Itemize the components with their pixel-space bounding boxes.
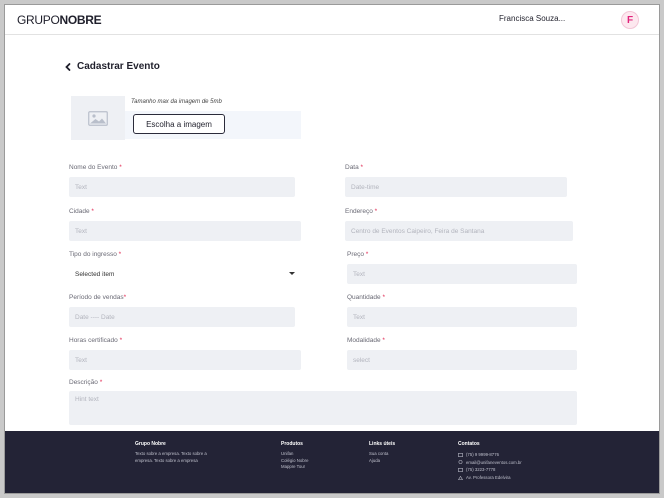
footer-about-text-1: Texto sobre a empresa. Texto sobre a — [135, 451, 207, 456]
cert-hours-input[interactable]: Text — [69, 350, 301, 370]
city-input[interactable]: Text — [69, 221, 301, 241]
date-input[interactable]: Date-time — [345, 177, 567, 197]
quantity-input[interactable]: Text — [347, 307, 577, 327]
date-label: Data * — [345, 164, 364, 171]
user-name[interactable]: Francisca Souza... — [499, 14, 565, 23]
city-label: Cidade * — [69, 208, 94, 215]
page-title: Cadastrar Evento — [77, 61, 160, 72]
user-avatar[interactable]: F — [621, 11, 639, 29]
mail-icon — [458, 460, 463, 465]
chevron-left-icon[interactable] — [63, 62, 73, 72]
ticket-type-label: Tipo do ingresso * — [69, 251, 122, 258]
footer-contacts: Contatos (75) 9 9999-8776 email@unifanev… — [458, 441, 522, 481]
footer-products: Produtos Unifan Colégio Nobre Mappre Tou… — [281, 441, 308, 471]
footer-about: Grupo Nobre Texto sobre a empresa. Texto… — [135, 441, 207, 464]
event-name-label: Nome do Evento * — [69, 164, 122, 171]
phone-icon — [458, 452, 463, 457]
back-navigation[interactable]: Cadastrar Evento — [63, 61, 160, 72]
image-size-hint: Tamanho max da imagem de 5mb — [131, 99, 222, 105]
footer-link-mappre-tour[interactable]: Mappre Tour — [281, 464, 308, 471]
caret-down-icon[interactable] — [289, 272, 295, 275]
modality-select[interactable]: select — [347, 350, 577, 370]
sales-period-label: Período de vendas* — [69, 294, 127, 301]
choose-image-button[interactable]: Escolha a imagem — [133, 114, 225, 134]
event-name-input[interactable]: Text — [69, 177, 295, 197]
quantity-label: Quantidade * — [347, 294, 385, 301]
price-input[interactable]: Text — [347, 264, 577, 284]
site-footer: Grupo Nobre Texto sobre a empresa. Texto… — [5, 431, 659, 493]
ticket-type-select[interactable]: Selected item — [69, 264, 301, 284]
cert-hours-label: Horas certificado * — [69, 337, 123, 344]
top-header: GRUPONOBRE Francisca Souza... F — [5, 5, 659, 35]
location-icon — [458, 475, 463, 480]
footer-contacts-title: Contatos — [458, 441, 480, 447]
image-preview — [71, 96, 125, 140]
description-textarea[interactable]: Hint text — [69, 391, 577, 425]
footer-about-text-2: empresa. Texto sobre a empresa — [135, 457, 198, 463]
phone-icon — [458, 468, 463, 472]
sales-period-input[interactable]: Date ---- Date — [69, 307, 295, 327]
address-label: Endereço * — [345, 208, 378, 215]
footer-address[interactable]: Av. Professora Edelvira — [458, 474, 522, 482]
footer-about-title: Grupo Nobre — [135, 441, 166, 447]
brand-logo[interactable]: GRUPONOBRE — [17, 13, 102, 27]
footer-link-ajuda[interactable]: Ajuda — [369, 458, 395, 465]
address-input[interactable]: Centro de Eventos Caipeiro, Feira de San… — [345, 221, 573, 241]
footer-links: Links úteis Sua conta Ajuda — [369, 441, 395, 464]
image-placeholder-icon — [88, 110, 108, 126]
modality-label: Modalidade * — [347, 337, 385, 344]
price-label: Preço * — [347, 251, 369, 258]
footer-phone-2[interactable]: (75) 3223-7778 — [458, 466, 522, 474]
app-window: GRUPONOBRE Francisca Souza... F Cadastra… — [4, 4, 660, 494]
footer-phone-1[interactable]: (75) 9 9999-8776 — [458, 451, 522, 459]
footer-email[interactable]: email@unifaneventos.com.br — [458, 459, 522, 467]
footer-products-title: Produtos — [281, 441, 303, 447]
description-label: Descrição * — [69, 379, 103, 386]
footer-links-title: Links úteis — [369, 441, 396, 447]
